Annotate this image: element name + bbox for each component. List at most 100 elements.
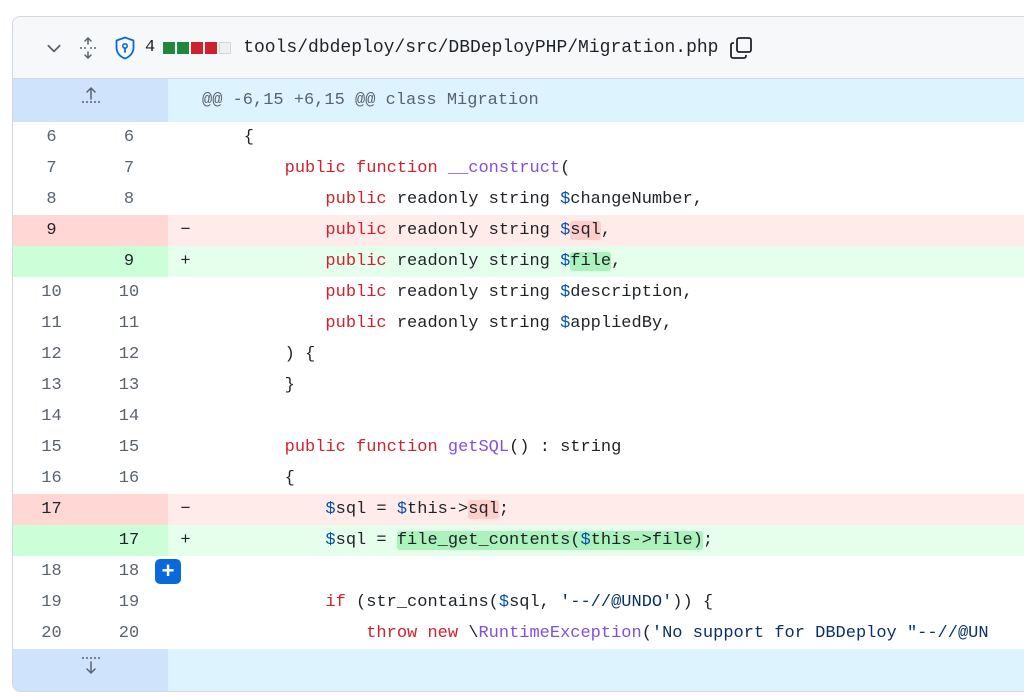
new-line-number[interactable]: 17 [90, 525, 168, 556]
old-line-number[interactable]: 19 [13, 587, 90, 618]
old-line-number[interactable]: 7 [13, 153, 90, 184]
diffstat-blocks [163, 41, 232, 54]
diff-marker [168, 463, 203, 494]
diff-line: 19 19 if (str_contains($sql, '--//@UNDO'… [13, 587, 1024, 618]
deleted-word-highlight: sql [468, 500, 499, 519]
code-keyword: public [284, 438, 346, 457]
old-line-number[interactable]: 15 [13, 432, 90, 463]
new-line-number[interactable]: 16 [90, 463, 168, 494]
old-line-number[interactable]: 8 [13, 184, 90, 215]
new-line-number[interactable]: 13 [90, 370, 168, 401]
code-variable-sigil: $ [498, 593, 510, 612]
old-line-number[interactable]: 18 [13, 556, 90, 587]
old-line-number[interactable]: 11 [13, 308, 90, 339]
code-function: __construct [447, 159, 561, 178]
expand-up-button[interactable] [13, 79, 168, 122]
file-path-link[interactable]: tools/dbdeploy/src/DBDeployPHP/Migration… [243, 38, 718, 58]
old-line-number[interactable]: 9 [13, 215, 90, 246]
old-line-number[interactable]: 14 [13, 401, 90, 432]
code-keyword: throw [366, 624, 418, 643]
diff-marker: − [180, 221, 191, 240]
expand-all-icon[interactable] [77, 36, 99, 59]
code-text: ( [560, 159, 571, 178]
new-line-number[interactable]: 7 [90, 153, 168, 184]
code-keyword: public [325, 252, 387, 271]
code-text: changeNumber, [570, 190, 703, 209]
plus-icon: + [161, 558, 175, 583]
code-variable-sigil: $ [560, 221, 571, 240]
code-keyword: public [325, 283, 387, 302]
code-text: ; [702, 531, 714, 550]
code-keyword: function [356, 159, 438, 178]
new-line-number[interactable]: 15 [90, 432, 168, 463]
code-string: 'No support for DBDeploy "--//@UN [651, 624, 989, 643]
code-string: '--//@UNDO' [560, 593, 673, 612]
old-line-number[interactable]: 6 [13, 122, 90, 153]
code-variable-sigil: $ [580, 531, 591, 550]
old-line-number[interactable]: 16 [13, 463, 90, 494]
diff-line-deleted: 9 − public readonly string $sql, [13, 215, 1024, 246]
new-line-number[interactable]: 6 [90, 122, 168, 153]
code-variable-sigil: $ [560, 190, 571, 209]
new-line-number[interactable]: 8 [90, 184, 168, 215]
new-line-number[interactable]: 20 [90, 618, 168, 649]
diff-line: 8 8 public readonly string $changeNumber… [13, 184, 1024, 215]
diff-marker [168, 339, 203, 370]
code-line: ) { [203, 339, 1024, 370]
diff-marker [168, 184, 203, 215]
diffstat-block [177, 41, 190, 54]
diff-file-panel: 4 tools/dbdeploy/src/DBDeployPHP/Migrati… [12, 16, 1024, 692]
expand-down-button[interactable] [13, 649, 168, 691]
new-line-number[interactable]: 14 [90, 401, 168, 432]
new-line-number[interactable] [90, 494, 168, 525]
old-line-number[interactable]: 10 [13, 277, 90, 308]
code-line: { [203, 463, 1024, 494]
shield-lock-icon[interactable] [113, 36, 137, 60]
diff-marker: − [180, 500, 191, 519]
new-line-number[interactable]: 19 [90, 587, 168, 618]
code-text: readonly string [386, 252, 561, 271]
old-line-number[interactable]: 20 [13, 618, 90, 649]
copy-icon[interactable] [728, 35, 754, 61]
code-text: \ [458, 624, 479, 643]
code-line: } [203, 370, 1024, 401]
code-text: } [203, 376, 295, 395]
diff-line: 18 18 + [13, 556, 1024, 587]
diff-line: 10 10 public readonly string $descriptio… [13, 277, 1024, 308]
changes-count: 4 [145, 38, 156, 57]
code-keyword: public [284, 159, 346, 178]
new-line-number[interactable]: 9 [90, 246, 168, 277]
code-line: public function __construct( [203, 153, 1024, 184]
diffstat-block [191, 41, 204, 54]
expand-down-area[interactable] [168, 649, 1024, 691]
new-line-number[interactable] [90, 215, 168, 246]
old-line-number[interactable] [13, 246, 90, 277]
code-text: description, [570, 283, 693, 302]
new-line-number[interactable]: 12 [90, 339, 168, 370]
code-variable-sigil: $ [560, 283, 571, 302]
old-line-number[interactable] [13, 525, 90, 556]
chevron-down-icon[interactable] [43, 37, 65, 59]
diff-marker [168, 401, 203, 432]
code-line: $sql = file_get_contents($this->file); [203, 525, 1024, 556]
old-line-number[interactable]: 17 [13, 494, 90, 525]
diff-line: 16 16 { [13, 463, 1024, 494]
code-text: ; [498, 500, 510, 519]
diff-line: 12 12 ) { [13, 339, 1024, 370]
old-line-number[interactable]: 13 [13, 370, 90, 401]
new-line-number[interactable]: 11 [90, 308, 168, 339]
add-comment-button[interactable]: + [155, 559, 181, 584]
old-line-number[interactable]: 12 [13, 339, 90, 370]
new-line-number[interactable]: 10 [90, 277, 168, 308]
deleted-word-highlight: sql [570, 221, 601, 240]
code-keyword: public [325, 190, 387, 209]
diff-marker [168, 122, 203, 153]
code-text: { [203, 469, 295, 488]
